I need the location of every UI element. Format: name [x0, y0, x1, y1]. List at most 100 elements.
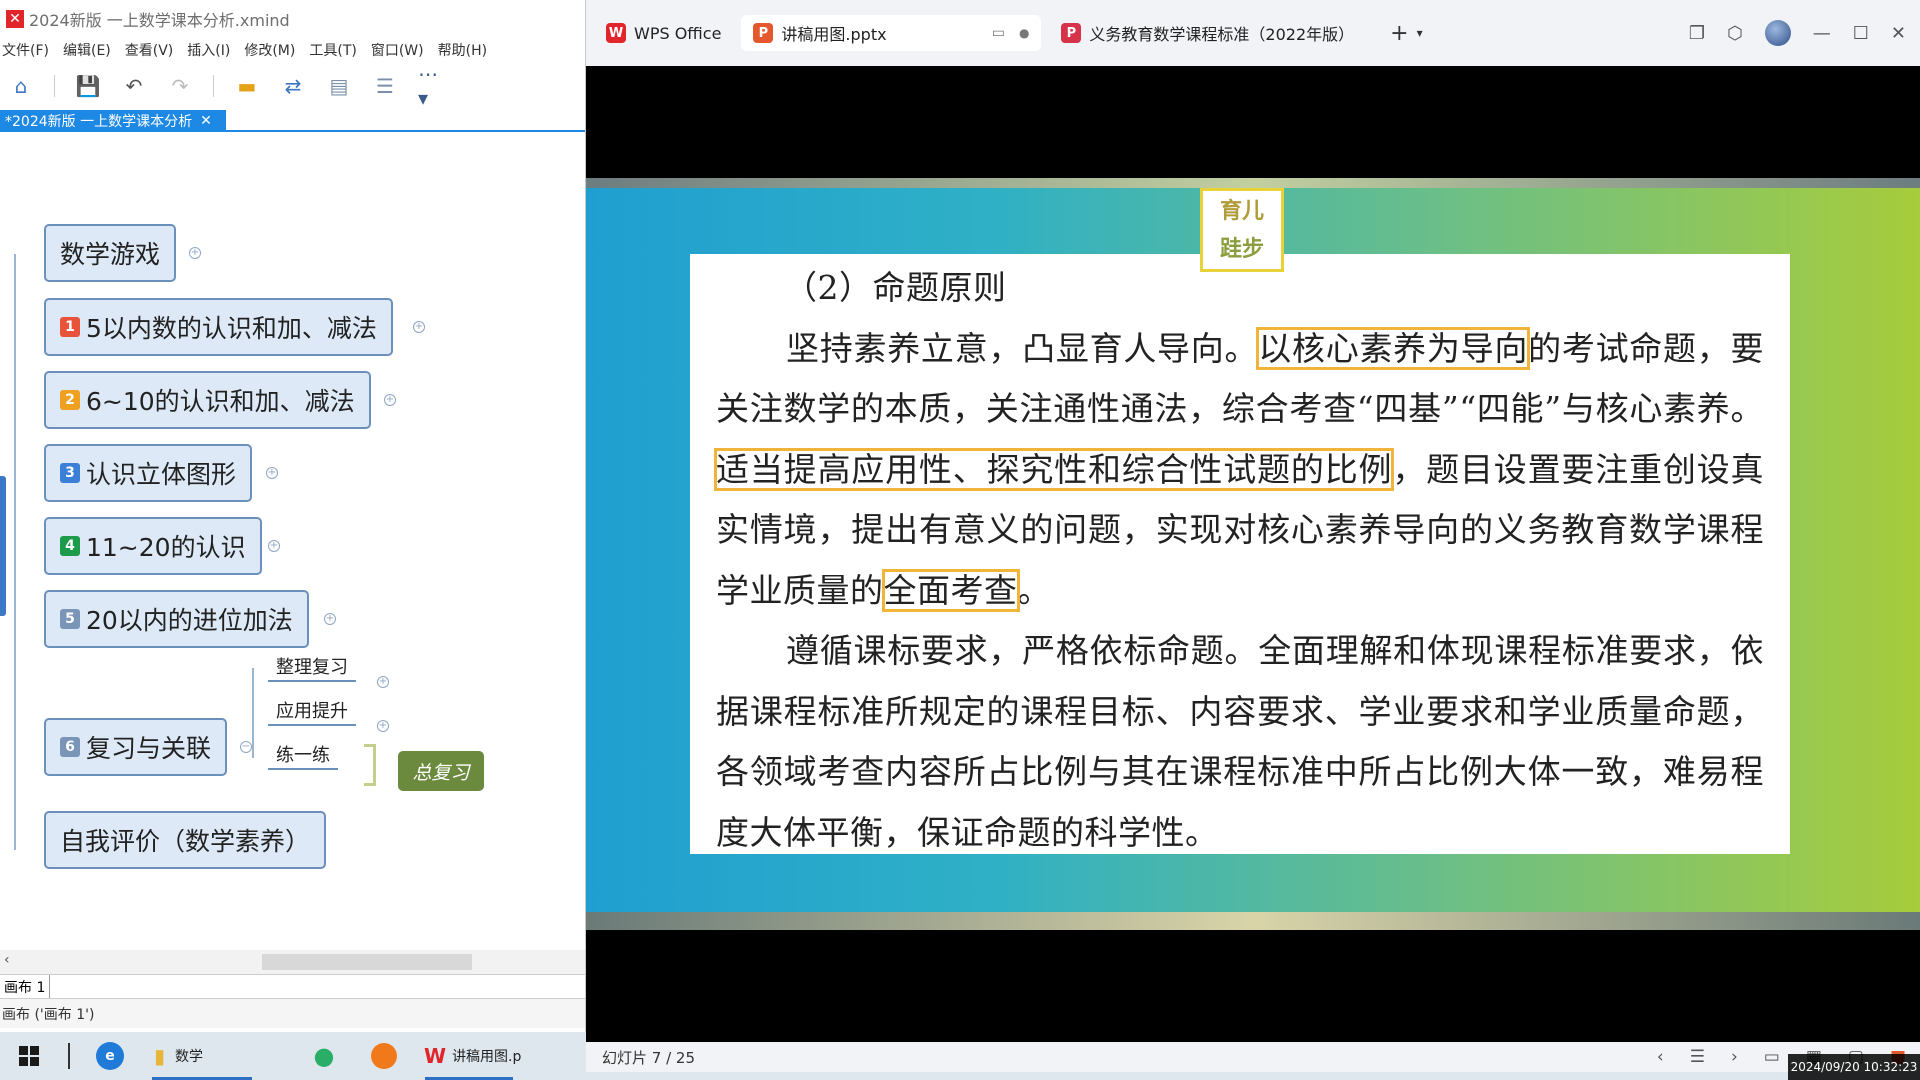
- menu-window[interactable]: 窗口(W): [371, 40, 424, 60]
- menu-modify[interactable]: 修改(M): [244, 40, 295, 60]
- taskbar-edge[interactable]: e: [80, 1032, 140, 1080]
- taskbar-browser[interactable]: [354, 1032, 414, 1080]
- summary-label: 总复习: [412, 761, 470, 784]
- scroll-left-icon[interactable]: ‹: [4, 952, 10, 968]
- menu-help[interactable]: 帮助(H): [438, 40, 487, 60]
- unit-number-badge: 5: [60, 609, 80, 629]
- close-tab-icon[interactable]: ✕: [200, 113, 212, 129]
- relationship-icon[interactable]: ⇄: [280, 73, 306, 99]
- highlight-box: 以核心素养为导向: [1256, 326, 1531, 370]
- mindmap-canvas[interactable]: 数学游戏 + 1 5以内数的认识和加、减法 + 2 6~10的认识和加、减法 +…: [0, 134, 585, 950]
- tab-label: WPS Office: [634, 23, 722, 43]
- document-tab-label: *2024新版 一上数学课本分析: [5, 114, 193, 130]
- home-icon[interactable]: ⌂: [8, 73, 34, 99]
- save-icon[interactable]: 💾: [75, 73, 101, 99]
- subtopic-review[interactable]: 整理复习: [268, 652, 356, 682]
- taskbar-label: 数学: [175, 1049, 204, 1065]
- avatar[interactable]: [1764, 20, 1791, 46]
- horizontal-scrollbar[interactable]: ‹: [0, 950, 585, 974]
- menu-edit[interactable]: 编辑(E): [63, 40, 111, 60]
- edge-icon: e: [96, 1042, 124, 1070]
- logo-line-2: 跬步: [1219, 236, 1264, 262]
- subtopic-practice[interactable]: 练一练: [268, 740, 338, 770]
- normal-view-icon[interactable]: ▭: [1764, 1047, 1780, 1067]
- slide: 育儿 跬步 （2）命题原则 坚持素养立意，凸显育人导向。以核心素养为导向的考试命…: [586, 178, 1920, 930]
- slide-list-icon[interactable]: ☰: [1690, 1047, 1705, 1067]
- tab-pdf[interactable]: P 义务教育数学课程标准（2022年版）: [1049, 15, 1366, 51]
- scrollbar-thumb[interactable]: [262, 954, 472, 970]
- cube-icon[interactable]: ⬡: [1727, 23, 1743, 44]
- start-button[interactable]: [0, 1032, 58, 1080]
- unsaved-dot-icon: ●: [1018, 26, 1030, 40]
- topic-unit-5[interactable]: 5 20以内的进位加法: [44, 590, 309, 648]
- topic-self-evaluation[interactable]: 自我评价（数学素养）: [44, 811, 327, 869]
- prev-slide-icon[interactable]: ‹: [1657, 1047, 1664, 1067]
- summary-topic[interactable]: 总复习: [398, 751, 484, 791]
- expand-icon[interactable]: +: [189, 247, 201, 259]
- toolbar: ⌂ 💾 ↶ ↷ ▬ ⇄ ▤ ☰ ⋯ ▾: [0, 62, 585, 110]
- tab-wps-office[interactable]: W WPS Office: [594, 15, 733, 51]
- taskbar-folder[interactable]: ▮ 数学: [140, 1032, 264, 1080]
- topic-unit-1[interactable]: 1 5以内数的认识和加、减法: [44, 298, 393, 356]
- status-text: 画布 ('画布 1'): [2, 1006, 95, 1023]
- menu-file[interactable]: 文件(F): [2, 40, 49, 60]
- expand-icon[interactable]: +: [377, 720, 389, 732]
- collapse-icon[interactable]: −: [240, 741, 252, 753]
- wps-status-bar: 幻灯片 7 / 25 ‹ ☰ › ▭ ▦ ▢ ■: [586, 1042, 1920, 1072]
- text-run: 坚持素养立意，凸显育人导向。: [786, 328, 1259, 368]
- more-icon[interactable]: ⋯ ▾: [418, 62, 444, 110]
- expand-icon[interactable]: +: [268, 540, 280, 552]
- redo-icon[interactable]: ↷: [167, 73, 193, 99]
- subtopic-label: 练一练: [276, 745, 330, 766]
- taskbar-divider: [68, 1043, 70, 1069]
- slideshow-area[interactable]: 育儿 跬步 （2）命题原则 坚持素养立意，凸显育人导向。以核心素养为导向的考试命…: [586, 66, 1920, 1042]
- menu-insert[interactable]: 插入(I): [187, 40, 230, 60]
- slide-paragraph-1: 坚持素养立意，凸显育人导向。以核心素养为导向的考试命题，要关注数学的本质，关注通…: [713, 319, 1764, 622]
- topic-label: 认识立体图形: [86, 460, 237, 489]
- taskbar-extension: [586, 1072, 1920, 1080]
- menu-tools[interactable]: 工具(T): [309, 40, 356, 60]
- summary-icon[interactable]: ☰: [372, 73, 398, 99]
- xmind-titlebar: ✕ 2024新版 一上数学课本分析.xmind: [0, 0, 585, 38]
- minimize-icon[interactable]: —: [1813, 23, 1831, 44]
- summary-bracket: [364, 744, 376, 786]
- wechat-icon: ●: [313, 1042, 335, 1070]
- expand-icon[interactable]: +: [413, 321, 425, 333]
- taskbar-wps[interactable]: W 讲稿用图.p: [414, 1032, 524, 1080]
- taskbar-wechat[interactable]: ●: [294, 1032, 354, 1080]
- expand-icon[interactable]: +: [377, 676, 389, 688]
- expand-icon[interactable]: +: [324, 613, 336, 625]
- subtopic-apply[interactable]: 应用提升: [268, 696, 356, 726]
- undo-icon[interactable]: ↶: [121, 73, 147, 99]
- unit-number-badge: 1: [60, 317, 80, 337]
- topic-unit-6[interactable]: 6 复习与关联: [44, 718, 228, 776]
- workspace-icon[interactable]: ❐: [1689, 23, 1705, 44]
- sheet-tab[interactable]: 画布 1: [0, 975, 51, 998]
- maximize-icon[interactable]: ☐: [1853, 23, 1869, 44]
- new-tab-icon[interactable]: +: [1390, 21, 1408, 46]
- topic-unit-4[interactable]: 4 11~20的认识: [44, 517, 262, 575]
- topic-math-games[interactable]: 数学游戏: [44, 224, 177, 282]
- expand-icon[interactable]: +: [384, 394, 396, 406]
- tab-pptx[interactable]: P 讲稿用图.pptx ▭ ●: [741, 15, 1042, 51]
- side-panel-handle[interactable]: [0, 476, 6, 616]
- toolbar-divider: [213, 75, 214, 97]
- xmind-window: ✕ 2024新版 一上数学课本分析.xmind 文件(F) 编辑(E) 查看(V…: [0, 0, 586, 1032]
- topic-style-icon[interactable]: ▬: [234, 73, 260, 99]
- highlight-box: 全面考查: [881, 568, 1020, 612]
- next-slide-icon[interactable]: ›: [1731, 1047, 1738, 1067]
- boundary-icon[interactable]: ▤: [326, 73, 352, 99]
- topic-unit-3[interactable]: 3 认识立体图形: [44, 444, 253, 502]
- slide-text-card: （2）命题原则 坚持素养立意，凸显育人导向。以核心素养为导向的考试命题，要关注数…: [690, 254, 1790, 854]
- topic-unit-2[interactable]: 2 6~10的认识和加、减法: [44, 371, 371, 429]
- menu-view[interactable]: 查看(V): [125, 40, 174, 60]
- tab-list-chevron-icon[interactable]: ▾: [1417, 26, 1423, 40]
- document-tab[interactable]: *2024新版 一上数学课本分析 ✕: [0, 110, 226, 132]
- slide-paragraph-2: 遵循课标要求，严格依标命题。全面理解和体现课程标准要求，依据课程标准所规定的课程…: [716, 631, 1764, 852]
- expand-icon[interactable]: +: [266, 467, 278, 479]
- folder-icon: ▮: [154, 1044, 166, 1068]
- taskbar: e ▮ 数学 ● W 讲稿用图.p: [0, 1032, 586, 1080]
- wps-tabbar: W WPS Office P 讲稿用图.pptx ▭ ● P 义务教育数学课程标…: [586, 0, 1920, 66]
- close-icon[interactable]: ✕: [1891, 23, 1906, 44]
- topic-label: 自我评价（数学素养）: [60, 827, 311, 856]
